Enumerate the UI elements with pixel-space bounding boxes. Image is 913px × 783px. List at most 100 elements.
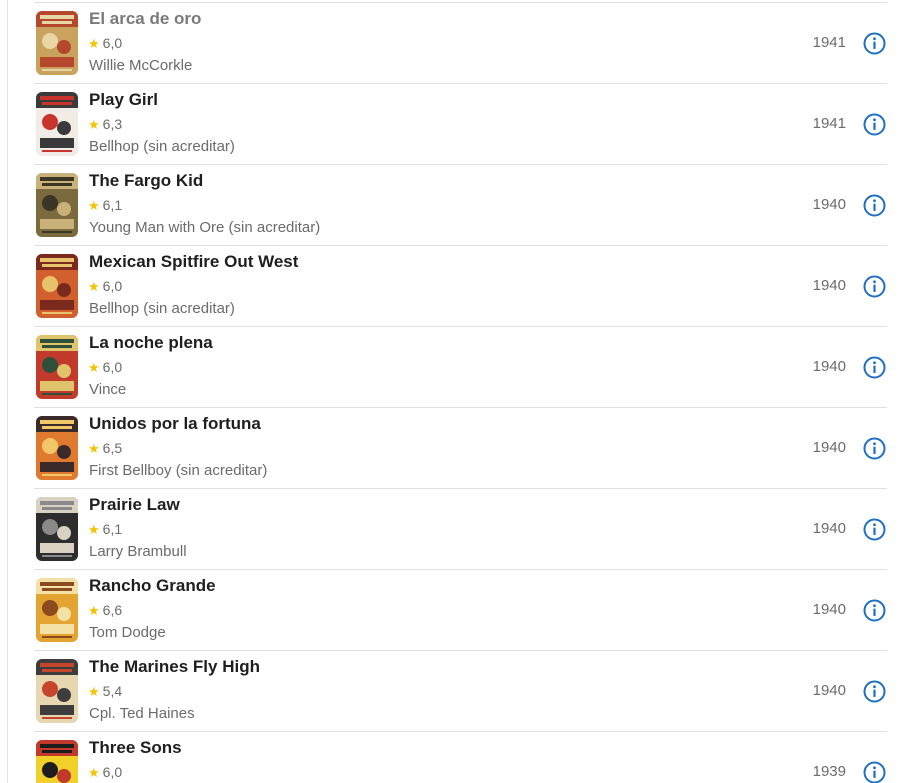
- film-rating: ★ 6,0: [88, 278, 122, 294]
- film-rating: ★ 6,5: [88, 440, 122, 456]
- film-year: 1940: [812, 520, 846, 537]
- info-icon[interactable]: [863, 680, 886, 703]
- film-role: Larry Brambull: [89, 543, 187, 560]
- poster-image: [36, 335, 78, 399]
- poster-image: [36, 416, 78, 480]
- film-role: Bellhop (sin acreditar): [89, 138, 235, 155]
- film-title[interactable]: Mexican Spitfire Out West: [89, 252, 298, 272]
- poster-image: [36, 740, 78, 783]
- film-year: 1940: [812, 682, 846, 699]
- film-row[interactable]: Mexican Spitfire Out West ★ 6,0 Bellhop …: [34, 246, 887, 327]
- film-year: 1940: [812, 439, 846, 456]
- film-poster[interactable]: [36, 659, 78, 723]
- film-year: 1941: [812, 34, 846, 51]
- star-icon: ★: [88, 359, 100, 375]
- film-poster[interactable]: [36, 92, 78, 156]
- film-rating: ★ 6,0: [88, 35, 122, 51]
- film-role: Vince: [89, 381, 127, 398]
- rating-value: 6,3: [102, 116, 123, 132]
- poster-image: [36, 173, 78, 237]
- film-role: Cpl. Ted Haines: [89, 705, 195, 722]
- film-row[interactable]: La noche plena ★ 6,0 Vince 1940: [34, 327, 887, 408]
- rating-value: 6,0: [102, 278, 123, 294]
- info-icon[interactable]: [863, 275, 886, 298]
- star-icon: ★: [88, 764, 100, 780]
- film-poster[interactable]: [36, 335, 78, 399]
- film-role: Young Man with Ore (sin acreditar): [89, 219, 321, 236]
- film-row[interactable]: The Marines Fly High ★ 5,4 Cpl. Ted Hain…: [34, 651, 887, 732]
- info-icon[interactable]: [863, 518, 886, 541]
- film-role: Tom Dodge: [89, 624, 166, 641]
- poster-image: [36, 497, 78, 561]
- star-icon: ★: [88, 197, 100, 213]
- rating-value: 6,5: [102, 440, 123, 456]
- rating-value: 6,1: [102, 521, 123, 537]
- info-icon[interactable]: [863, 113, 886, 136]
- rating-value: 6,0: [102, 359, 123, 375]
- poster-image: [36, 254, 78, 318]
- film-rating: ★ 6,0: [88, 359, 122, 375]
- rating-value: 6,0: [102, 764, 123, 780]
- film-row[interactable]: Play Girl ★ 6,3 Bellhop (sin acreditar) …: [34, 84, 887, 165]
- filmography-page: El arca de oro ★ 6,0 Willie McCorkle 194…: [0, 0, 913, 783]
- star-icon: ★: [88, 116, 100, 132]
- info-icon[interactable]: [863, 194, 886, 217]
- film-poster[interactable]: [36, 254, 78, 318]
- film-year: 1941: [812, 115, 846, 132]
- star-icon: ★: [88, 602, 100, 618]
- film-year: 1940: [812, 358, 846, 375]
- film-role: Bellhop (sin acreditar): [89, 300, 235, 317]
- rating-value: 5,4: [102, 683, 123, 699]
- film-poster[interactable]: [36, 578, 78, 642]
- star-icon: ★: [88, 35, 100, 51]
- rating-value: 6,6: [102, 602, 123, 618]
- star-icon: ★: [88, 278, 100, 294]
- film-rating: ★ 6,1: [88, 521, 122, 537]
- film-poster[interactable]: [36, 173, 78, 237]
- film-role: Willie McCorkle: [89, 57, 193, 74]
- film-year: 1939: [812, 763, 846, 780]
- film-year: 1940: [812, 196, 846, 213]
- film-title[interactable]: The Marines Fly High: [89, 657, 260, 677]
- film-title[interactable]: El arca de oro: [89, 9, 201, 29]
- film-year: 1940: [812, 601, 846, 618]
- info-icon[interactable]: [863, 356, 886, 379]
- film-poster[interactable]: [36, 740, 78, 783]
- film-title[interactable]: La noche plena: [89, 333, 213, 353]
- film-row[interactable]: The Fargo Kid ★ 6,1 Young Man with Ore (…: [34, 165, 887, 246]
- star-icon: ★: [88, 440, 100, 456]
- film-poster[interactable]: [36, 416, 78, 480]
- film-title[interactable]: The Fargo Kid: [89, 171, 203, 191]
- film-poster[interactable]: [36, 497, 78, 561]
- film-row[interactable]: El arca de oro ★ 6,0 Willie McCorkle 194…: [34, 3, 887, 84]
- filmography-list: El arca de oro ★ 6,0 Willie McCorkle 194…: [34, 3, 887, 783]
- film-title[interactable]: Unidos por la fortuna: [89, 414, 261, 434]
- info-icon[interactable]: [863, 32, 886, 55]
- film-title[interactable]: Prairie Law: [89, 495, 180, 515]
- film-year: 1940: [812, 277, 846, 294]
- film-row[interactable]: Rancho Grande ★ 6,6 Tom Dodge 1940: [34, 570, 887, 651]
- star-icon: ★: [88, 521, 100, 537]
- poster-image: [36, 11, 78, 75]
- film-title[interactable]: Play Girl: [89, 90, 158, 110]
- film-title[interactable]: Rancho Grande: [89, 576, 216, 596]
- rating-value: 6,1: [102, 197, 123, 213]
- left-border: [7, 0, 8, 783]
- poster-image: [36, 578, 78, 642]
- info-icon[interactable]: [863, 599, 886, 622]
- film-poster[interactable]: [36, 11, 78, 75]
- poster-image: [36, 92, 78, 156]
- film-rating: ★ 6,0: [88, 764, 122, 780]
- film-rating: ★ 6,3: [88, 116, 122, 132]
- info-icon[interactable]: [863, 437, 886, 460]
- star-icon: ★: [88, 683, 100, 699]
- info-icon[interactable]: [863, 761, 886, 783]
- film-role: First Bellboy (sin acreditar): [89, 462, 268, 479]
- film-rating: ★ 6,6: [88, 602, 122, 618]
- film-row[interactable]: Three Sons ★ 6,0 1939: [34, 732, 887, 783]
- film-title[interactable]: Three Sons: [89, 738, 182, 758]
- film-row[interactable]: Unidos por la fortuna ★ 6,5 First Bellbo…: [34, 408, 887, 489]
- film-row[interactable]: Prairie Law ★ 6,1 Larry Brambull 1940: [34, 489, 887, 570]
- poster-image: [36, 659, 78, 723]
- rating-value: 6,0: [102, 35, 123, 51]
